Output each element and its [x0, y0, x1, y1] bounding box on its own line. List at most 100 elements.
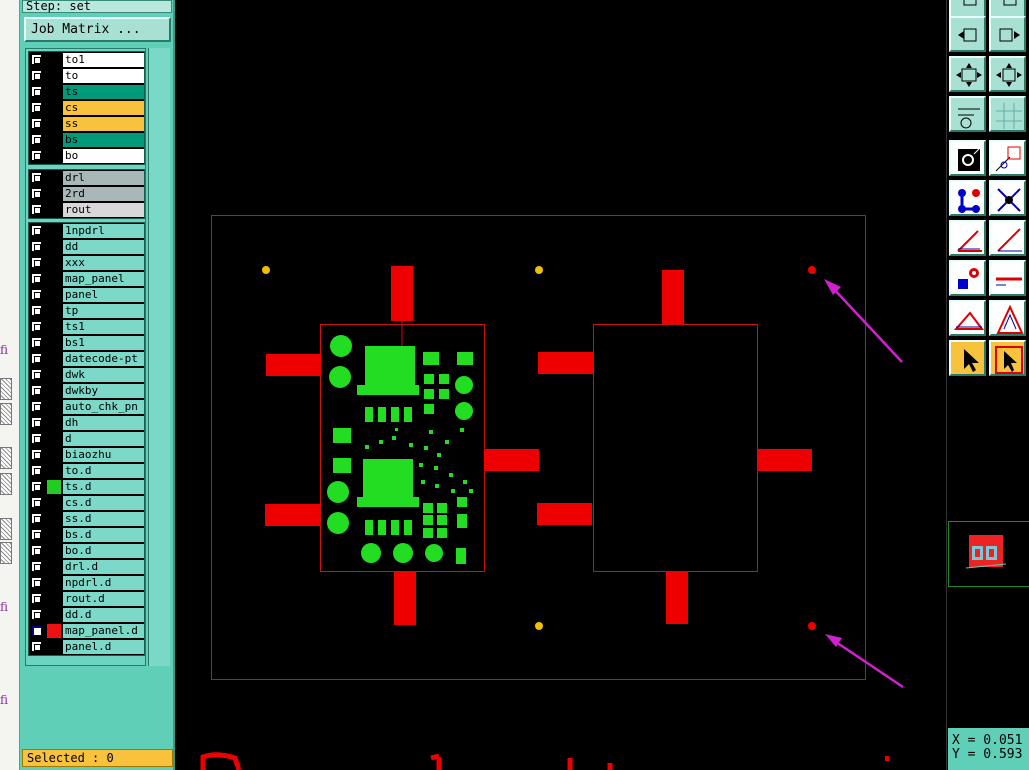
layer-color-swatch[interactable] — [47, 85, 61, 99]
layer-row[interactable]: panel.d — [29, 639, 144, 655]
layer-color-swatch[interactable] — [47, 187, 61, 201]
layer-row[interactable]: 2rd — [29, 186, 144, 202]
layer-color-swatch[interactable] — [47, 416, 61, 430]
layer-color-swatch[interactable] — [47, 432, 61, 446]
layer-name[interactable]: drl.d — [63, 560, 144, 574]
layer-checkbox[interactable] — [31, 417, 42, 428]
layer-row[interactable]: ts.d — [29, 479, 144, 495]
layer-checkbox[interactable] — [31, 513, 42, 524]
center-button[interactable] — [989, 56, 1026, 92]
layer-color-swatch[interactable] — [47, 240, 61, 254]
layer-row[interactable]: cs.d — [29, 495, 144, 511]
layer-checkbox[interactable] — [31, 433, 42, 444]
select-button[interactable] — [949, 340, 986, 376]
mini-preview[interactable] — [948, 521, 1029, 587]
layer-name[interactable]: ss — [63, 117, 144, 131]
layer-name[interactable]: dh — [63, 416, 144, 430]
layer-checkbox[interactable] — [31, 225, 42, 236]
layer-checkbox[interactable] — [31, 465, 42, 476]
layer-checkbox[interactable] — [31, 54, 42, 65]
layer-color-swatch[interactable] — [47, 368, 61, 382]
layer-name[interactable]: to1 — [63, 53, 144, 67]
layer-row[interactable]: d — [29, 431, 144, 447]
line-button[interactable] — [989, 220, 1026, 256]
layer-row[interactable]: panel — [29, 287, 144, 303]
layer-checkbox[interactable] — [31, 561, 42, 572]
layer-row[interactable]: ts1 — [29, 319, 144, 335]
layer-row[interactable]: bo.d — [29, 543, 144, 559]
layer-checkbox[interactable] — [31, 241, 42, 252]
snap-corner-button[interactable] — [989, 140, 1026, 176]
layer-color-swatch[interactable] — [47, 400, 61, 414]
layer-color-swatch[interactable] — [47, 528, 61, 542]
layer-color-swatch[interactable] — [47, 288, 61, 302]
triangle-button[interactable] — [949, 300, 986, 336]
layer-row[interactable]: bo — [29, 148, 144, 164]
angle-button[interactable] — [949, 220, 986, 256]
layer-name[interactable]: ts — [63, 85, 144, 99]
layer-row[interactable]: ts — [29, 84, 144, 100]
layer-name[interactable]: drl — [63, 171, 144, 185]
layer-checkbox[interactable] — [31, 188, 42, 199]
layer-row[interactable]: map_panel.d — [29, 623, 144, 639]
layer-name[interactable]: auto_chk_pn — [63, 400, 144, 414]
layer-list-scrollbar[interactable] — [148, 48, 170, 666]
layer-name[interactable]: bo.d — [63, 544, 144, 558]
select-box-button[interactable] — [989, 340, 1026, 376]
layer-row[interactable]: dh — [29, 415, 144, 431]
layer-row[interactable]: bs1 — [29, 335, 144, 351]
grid-button[interactable] — [989, 96, 1026, 132]
layer-color-swatch[interactable] — [47, 608, 61, 622]
layer-checkbox[interactable] — [31, 577, 42, 588]
layer-name[interactable]: dwk — [63, 368, 144, 382]
layer-name[interactable]: ts1 — [63, 320, 144, 334]
layer-name[interactable]: map_panel — [63, 272, 144, 286]
layer-color-swatch[interactable] — [47, 133, 61, 147]
layer-color-swatch[interactable] — [47, 149, 61, 163]
layer-row[interactable]: map_panel — [29, 271, 144, 287]
layer-checkbox[interactable] — [31, 172, 42, 183]
layer-name[interactable]: dwkby — [63, 384, 144, 398]
layer-row[interactable]: xxx — [29, 255, 144, 271]
layer-row[interactable]: dd.d — [29, 607, 144, 623]
layer-row[interactable]: auto_chk_pn — [29, 399, 144, 415]
layer-checkbox[interactable] — [31, 449, 42, 460]
layer-name[interactable]: rout.d — [63, 592, 144, 606]
layer-color-swatch[interactable] — [47, 272, 61, 286]
layer-row[interactable]: bs — [29, 132, 144, 148]
layer-row[interactable]: cs — [29, 100, 144, 116]
layer-color-swatch[interactable] — [47, 203, 61, 217]
layer-row[interactable]: bs.d — [29, 527, 144, 543]
layer-color-swatch[interactable] — [47, 384, 61, 398]
layer-color-swatch[interactable] — [47, 592, 61, 606]
layer-color-swatch[interactable] — [47, 448, 61, 462]
layer-color-swatch[interactable] — [47, 101, 61, 115]
layer-color-swatch[interactable] — [47, 576, 61, 590]
layer-name[interactable]: panel — [63, 288, 144, 302]
layer-checkbox[interactable] — [31, 641, 42, 652]
layer-checkbox[interactable] — [31, 385, 42, 396]
hline-button[interactable] — [989, 260, 1026, 296]
layer-checkbox[interactable] — [31, 353, 42, 364]
layer-row[interactable]: biaozhu — [29, 447, 144, 463]
layer-name[interactable]: d — [63, 432, 144, 446]
layer-color-swatch[interactable] — [47, 224, 61, 238]
layer-name[interactable]: tp — [63, 304, 144, 318]
layer-name[interactable]: to — [63, 69, 144, 83]
layer-name[interactable]: bo — [63, 149, 144, 163]
layer-row[interactable]: drl — [29, 170, 144, 186]
layer-checkbox[interactable] — [31, 609, 42, 620]
layer-name[interactable]: xxx — [63, 256, 144, 270]
layer-color-swatch[interactable] — [47, 69, 61, 83]
layer-name[interactable]: bs1 — [63, 336, 144, 350]
connect-button[interactable] — [949, 180, 986, 216]
layer-color-swatch[interactable] — [47, 624, 61, 638]
layer-checkbox[interactable] — [31, 86, 42, 97]
layer-row[interactable]: rout — [29, 202, 144, 218]
layer-checkbox[interactable] — [31, 321, 42, 332]
layer-row[interactable]: to.d — [29, 463, 144, 479]
pad-button[interactable] — [949, 260, 986, 296]
layer-name[interactable]: ss.d — [63, 512, 144, 526]
graphics-canvas[interactable] — [177, 0, 945, 770]
layer-row[interactable]: npdrl.d — [29, 575, 144, 591]
